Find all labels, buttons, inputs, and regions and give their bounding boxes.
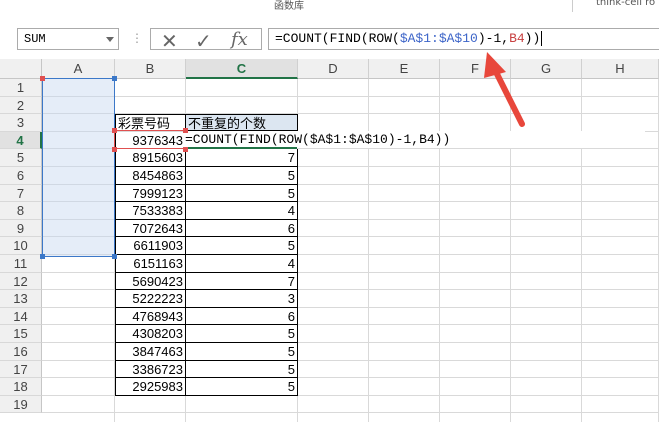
row-header-19[interactable]: 19 [0, 396, 42, 413]
formula-reference-cell: B4 [509, 31, 525, 46]
table-cell-unique-count[interactable]: 7 [186, 149, 298, 167]
table-cell-lottery-number[interactable]: 5222223 [115, 290, 186, 308]
row-header-6[interactable]: 6 [0, 167, 42, 185]
row-header-10[interactable]: 10 [0, 237, 42, 255]
row-header-9[interactable]: 9 [0, 220, 42, 237]
formula-buttons: ✕ ✓ fx [150, 28, 262, 53]
row-header-3[interactable]: 3 [0, 114, 42, 132]
row-header-15[interactable]: 15 [0, 325, 42, 343]
cell-formula-range: $A$1:$A$10 [309, 132, 388, 147]
formula-reference-range: $A$1:$A$10 [399, 31, 478, 46]
selected-range-a1-a10 [42, 78, 115, 257]
row-header-16[interactable]: 16 [0, 343, 42, 361]
reference-handle[interactable] [183, 128, 188, 133]
ribbon-separator [572, 0, 573, 12]
table-cell-lottery-number[interactable]: 7999123 [115, 185, 186, 202]
row-header-18[interactable]: 18 [0, 378, 42, 396]
drag-handle-icon[interactable]: ⋮ [131, 31, 143, 45]
selection-handle[interactable] [40, 254, 45, 259]
table-cell-unique-count[interactable]: 7 [186, 273, 298, 290]
row-header-8[interactable]: 8 [0, 202, 42, 220]
table-cell-unique-count[interactable]: 5 [186, 167, 298, 185]
fx-icon[interactable]: fx [231, 29, 248, 50]
row-header-12[interactable]: 12 [0, 273, 42, 290]
table-cell-lottery-number[interactable]: 4308203 [115, 325, 186, 343]
formula-text-part: )-1, [477, 31, 510, 46]
table-cell-lottery-number[interactable]: 7072643 [115, 220, 186, 237]
chevron-down-icon[interactable] [106, 37, 114, 42]
column-header-g[interactable]: G [511, 59, 582, 79]
table-cell-lottery-number[interactable]: 7533383 [115, 202, 186, 220]
table-cell-unique-count[interactable]: 5 [186, 185, 298, 202]
table-cell-unique-count[interactable]: 3 [186, 290, 298, 308]
column-header-a[interactable]: A [42, 59, 115, 79]
cell-formula-part: )-1, [387, 132, 420, 147]
table-cell-lottery-number[interactable]: 6611903 [115, 237, 186, 255]
cell-c4-editor[interactable]: =COUNT(FIND(ROW($A$1:$A$10)-1,B4)) [185, 131, 645, 149]
table-cell-unique-count[interactable]: 5 [186, 378, 298, 396]
row-header-1[interactable]: 1 [0, 79, 42, 97]
table-cell-unique-count[interactable]: 5 [186, 361, 298, 378]
reference-handle[interactable] [112, 147, 117, 152]
table-cell-lottery-number[interactable]: 3847463 [115, 343, 186, 361]
name-box[interactable]: SUM [17, 28, 119, 50]
reference-handle[interactable] [183, 147, 188, 152]
table-cell-unique-count[interactable]: 6 [186, 308, 298, 325]
formula-bar: SUM ⋮ ✕ ✓ fx =COUNT(FIND(ROW($A$1:$A$10)… [0, 28, 659, 53]
column-header-h[interactable]: H [582, 59, 659, 79]
row-header-13[interactable]: 13 [0, 290, 42, 308]
table-cell-lottery-number[interactable]: 3386723 [115, 361, 186, 378]
cell-formula-cell: B4 [419, 132, 435, 147]
table-cell-unique-count[interactable]: 4 [186, 255, 298, 273]
row-header-4[interactable]: 4 [0, 132, 42, 149]
row-header-5[interactable]: 5 [0, 149, 42, 167]
table-cell-lottery-number[interactable]: 5690423 [115, 273, 186, 290]
column-header-f[interactable]: F [440, 59, 511, 79]
gridline-horizontal [42, 96, 659, 97]
table-cell-unique-count[interactable]: 5 [186, 325, 298, 343]
reference-handle[interactable] [112, 128, 117, 133]
select-all-corner[interactable] [0, 59, 42, 79]
toolbar-gap [0, 50, 659, 59]
table-header-unique-count[interactable]: 不重复的个数 [186, 114, 298, 131]
cell-formula-part: )) [434, 132, 451, 147]
ribbon-tab-label[interactable]: think-cell ro [596, 0, 655, 8]
table-cell-unique-count[interactable]: 6 [186, 220, 298, 237]
formula-text-part: )) [524, 31, 541, 46]
column-header-d[interactable]: D [298, 59, 369, 79]
column-header-b[interactable]: B [115, 59, 186, 79]
column-header-e[interactable]: E [369, 59, 440, 79]
ribbon-group-label: 函数库 [274, 1, 304, 12]
selection-handle[interactable] [112, 76, 117, 81]
text-caret [541, 31, 543, 47]
cell-formula-part: =COUNT(FIND(ROW( [185, 132, 310, 147]
table-cell-lottery-number[interactable]: 4768943 [115, 308, 186, 325]
table-header-lottery-number[interactable]: 彩票号码 [115, 114, 186, 131]
table-cell-unique-count[interactable]: 5 [186, 237, 298, 255]
table-cell-lottery-number[interactable]: 8915603 [115, 149, 186, 167]
table-cell-lottery-number[interactable]: 8454863 [115, 167, 186, 185]
table-cell-unique-count[interactable]: 4 [186, 202, 298, 220]
table-cell-lottery-number[interactable]: 6151163 [115, 255, 186, 273]
formula-text-part: =COUNT(FIND(ROW( [275, 31, 400, 46]
row-header-2[interactable]: 2 [0, 97, 42, 114]
gridline-horizontal [42, 412, 659, 413]
cell-edit-underline [185, 147, 297, 149]
formula-input[interactable]: =COUNT(FIND(ROW($A$1:$A$10)-1,B4)) [268, 28, 659, 50]
row-header-14[interactable]: 14 [0, 308, 42, 325]
column-header-c[interactable]: C [186, 59, 298, 79]
name-box-value: SUM [24, 32, 46, 46]
selection-handle[interactable] [40, 76, 45, 81]
referenced-cell-b4 [114, 130, 186, 149]
table-cell-unique-count[interactable]: 5 [186, 343, 298, 361]
row-header-17[interactable]: 17 [0, 361, 42, 378]
table-cell-lottery-number[interactable]: 2925983 [115, 378, 186, 396]
ribbon-gap [0, 12, 659, 28]
row-header-7[interactable]: 7 [0, 185, 42, 202]
row-header-11[interactable]: 11 [0, 255, 42, 273]
ribbon-strip: 函数库 think-cell ro [0, 0, 659, 12]
selection-handle[interactable] [112, 254, 117, 259]
